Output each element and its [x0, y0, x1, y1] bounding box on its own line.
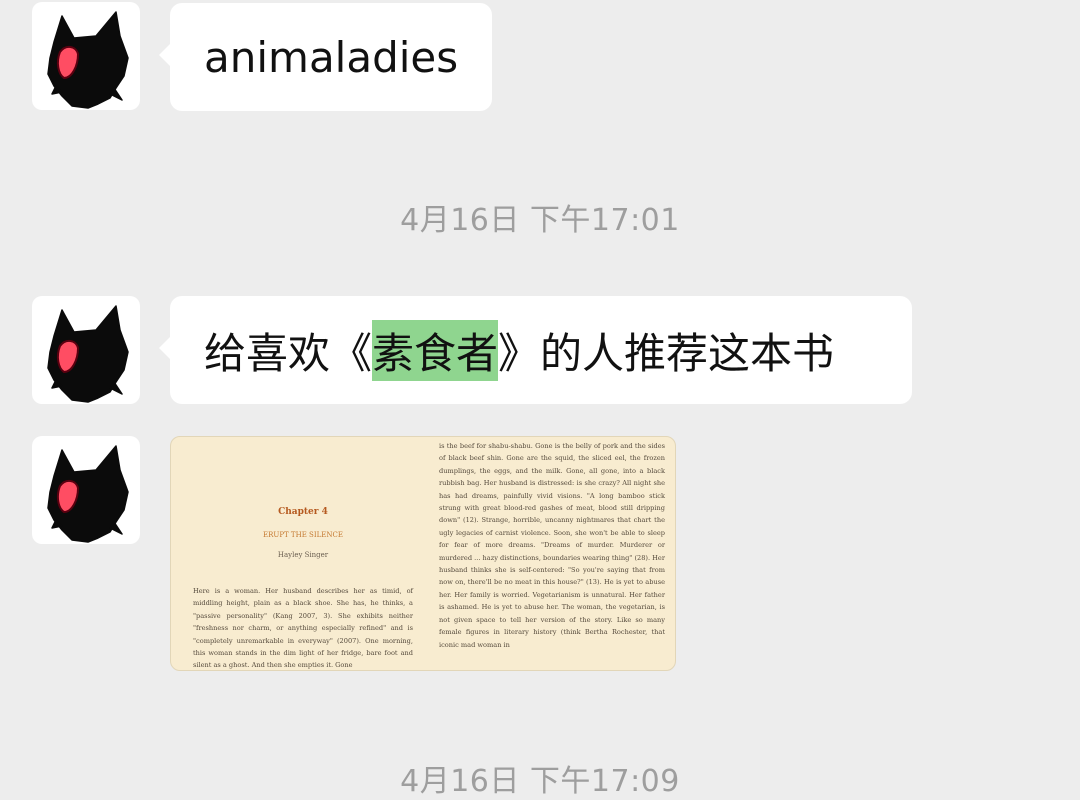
timestamp: 4月16日 下午17:09 [400, 764, 680, 799]
page-text: is the beef for shabu-shabu. Gone is the… [439, 442, 665, 649]
image-message[interactable]: Chapter 4 ERUPT THE SILENCE Hayley Singe… [170, 436, 676, 671]
avatar[interactable] [32, 296, 140, 404]
avatar[interactable] [32, 436, 140, 544]
chapter-title: Chapter 4 [278, 507, 328, 517]
highlighted-text: 素食者 [372, 319, 499, 381]
page-text: Here is a woman. Her husband describes h… [193, 587, 413, 670]
chapter-subtitle: ERUPT THE SILENCE [263, 531, 343, 539]
message-text: animaladies [204, 32, 459, 82]
book-page-right: is the beef for shabu-shabu. Gone is the… [435, 437, 675, 670]
avatar[interactable] [32, 2, 140, 110]
message-bubble[interactable]: 给喜欢《 素食者 》的人推荐这本书 [159, 296, 912, 404]
message-text: 》的人推荐这本书 [498, 328, 835, 378]
book-page-left: Chapter 4 ERUPT THE SILENCE Hayley Singe… [171, 437, 435, 670]
message-bubble[interactable]: animaladies [158, 3, 493, 111]
message-text: 给喜欢《 [204, 328, 373, 378]
timestamp: 4月16日 下午17:01 [400, 203, 680, 238]
chapter-author: Hayley Singer [277, 551, 329, 559]
